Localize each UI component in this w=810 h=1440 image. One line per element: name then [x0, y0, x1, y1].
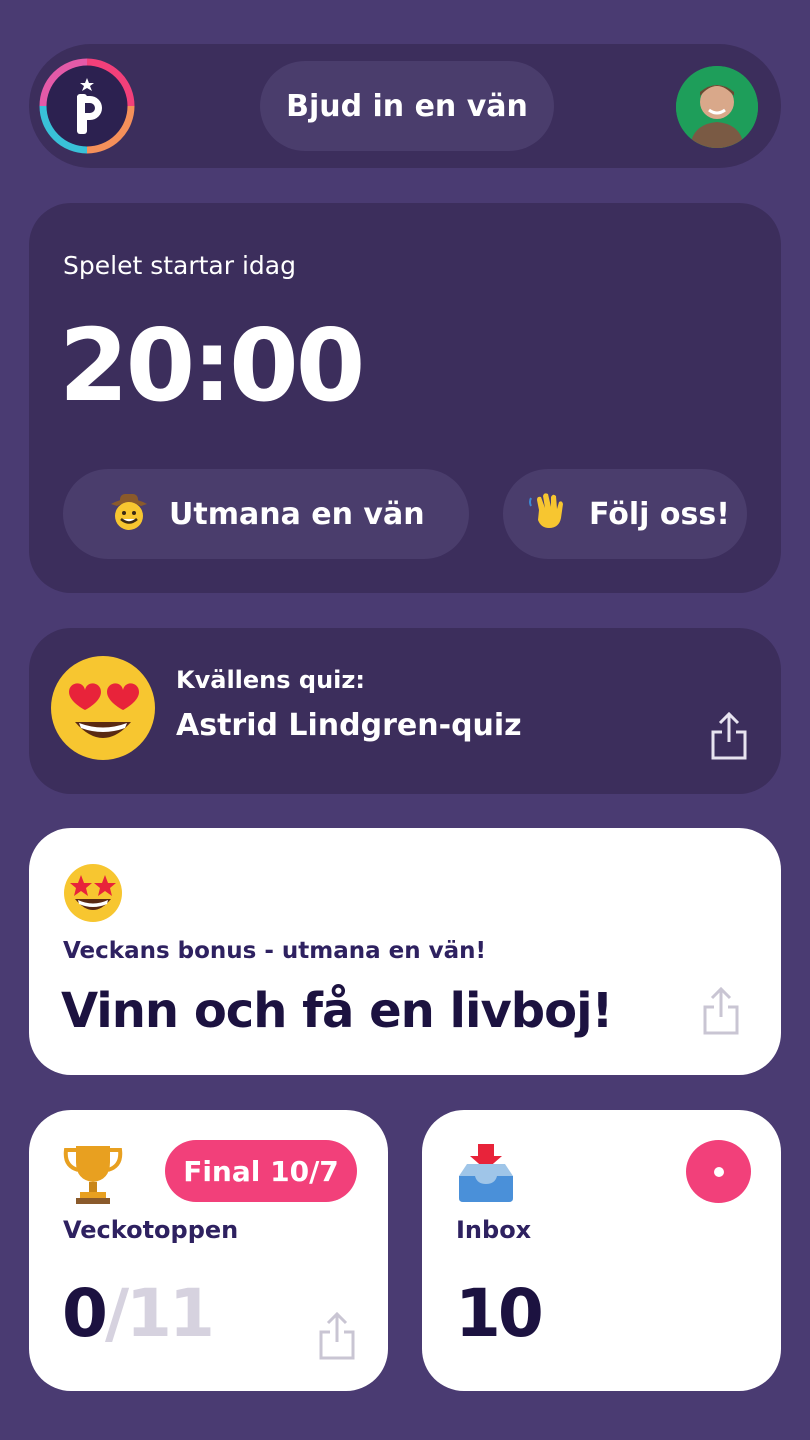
tonight-quiz-title: Astrid Lindgren-quiz: [176, 708, 522, 743]
weekly-bonus-label: Veckans bonus - utmana en vän!: [63, 938, 487, 964]
inbox-label: Inbox: [456, 1216, 532, 1244]
share-icon[interactable]: [701, 985, 741, 1037]
challenge-friend-label: Utmana en vän: [169, 496, 425, 532]
inbox-tray-icon: [455, 1142, 517, 1206]
weekly-top-card[interactable]: Final 10/7 Veckotoppen 0/11: [29, 1110, 388, 1391]
tonight-quiz-label: Kvällens quiz:: [176, 666, 365, 694]
follow-us-label: Följ oss!: [589, 496, 730, 532]
weekly-score-value: 0: [62, 1275, 108, 1352]
heart-eyes-emoji-icon: [47, 652, 159, 764]
game-start-card: Spelet startar idag 20:00 Utmana en vän …: [29, 203, 781, 593]
weekly-bonus-card[interactable]: Veckans bonus - utmana en vän! Vinn och …: [29, 828, 781, 1075]
invite-friend-button[interactable]: Bjud in en vän: [260, 61, 554, 151]
cowboy-emoji-icon: [107, 488, 151, 541]
app-logo-icon[interactable]: [37, 56, 137, 156]
weekly-bonus-title: Vinn och få en livboj!: [61, 983, 613, 1039]
inbox-count: 10: [455, 1275, 544, 1352]
weekly-score-total: /11: [104, 1275, 215, 1352]
final-date-badge: Final 10/7: [165, 1140, 357, 1202]
game-start-time: 20:00: [59, 307, 365, 424]
share-icon[interactable]: [709, 710, 749, 762]
share-icon[interactable]: [317, 1310, 357, 1362]
inbox-card[interactable]: Inbox 10: [422, 1110, 781, 1391]
weekly-top-label: Veckotoppen: [63, 1216, 239, 1244]
star-struck-emoji-icon: [61, 861, 125, 925]
tonight-quiz-card[interactable]: Kvällens quiz: Astrid Lindgren-quiz: [29, 628, 781, 794]
game-start-label: Spelet startar idag: [63, 251, 296, 280]
weekly-score: 0/11: [62, 1275, 215, 1352]
challenge-friend-button[interactable]: Utmana en vän: [63, 469, 469, 559]
user-avatar[interactable]: [676, 66, 758, 148]
follow-us-button[interactable]: Följ oss!: [503, 469, 747, 559]
waving-hand-icon: [527, 488, 571, 541]
top-bar: Bjud in en vän: [29, 44, 781, 168]
notification-dot-badge: [686, 1140, 751, 1203]
trophy-icon: [62, 1142, 124, 1206]
